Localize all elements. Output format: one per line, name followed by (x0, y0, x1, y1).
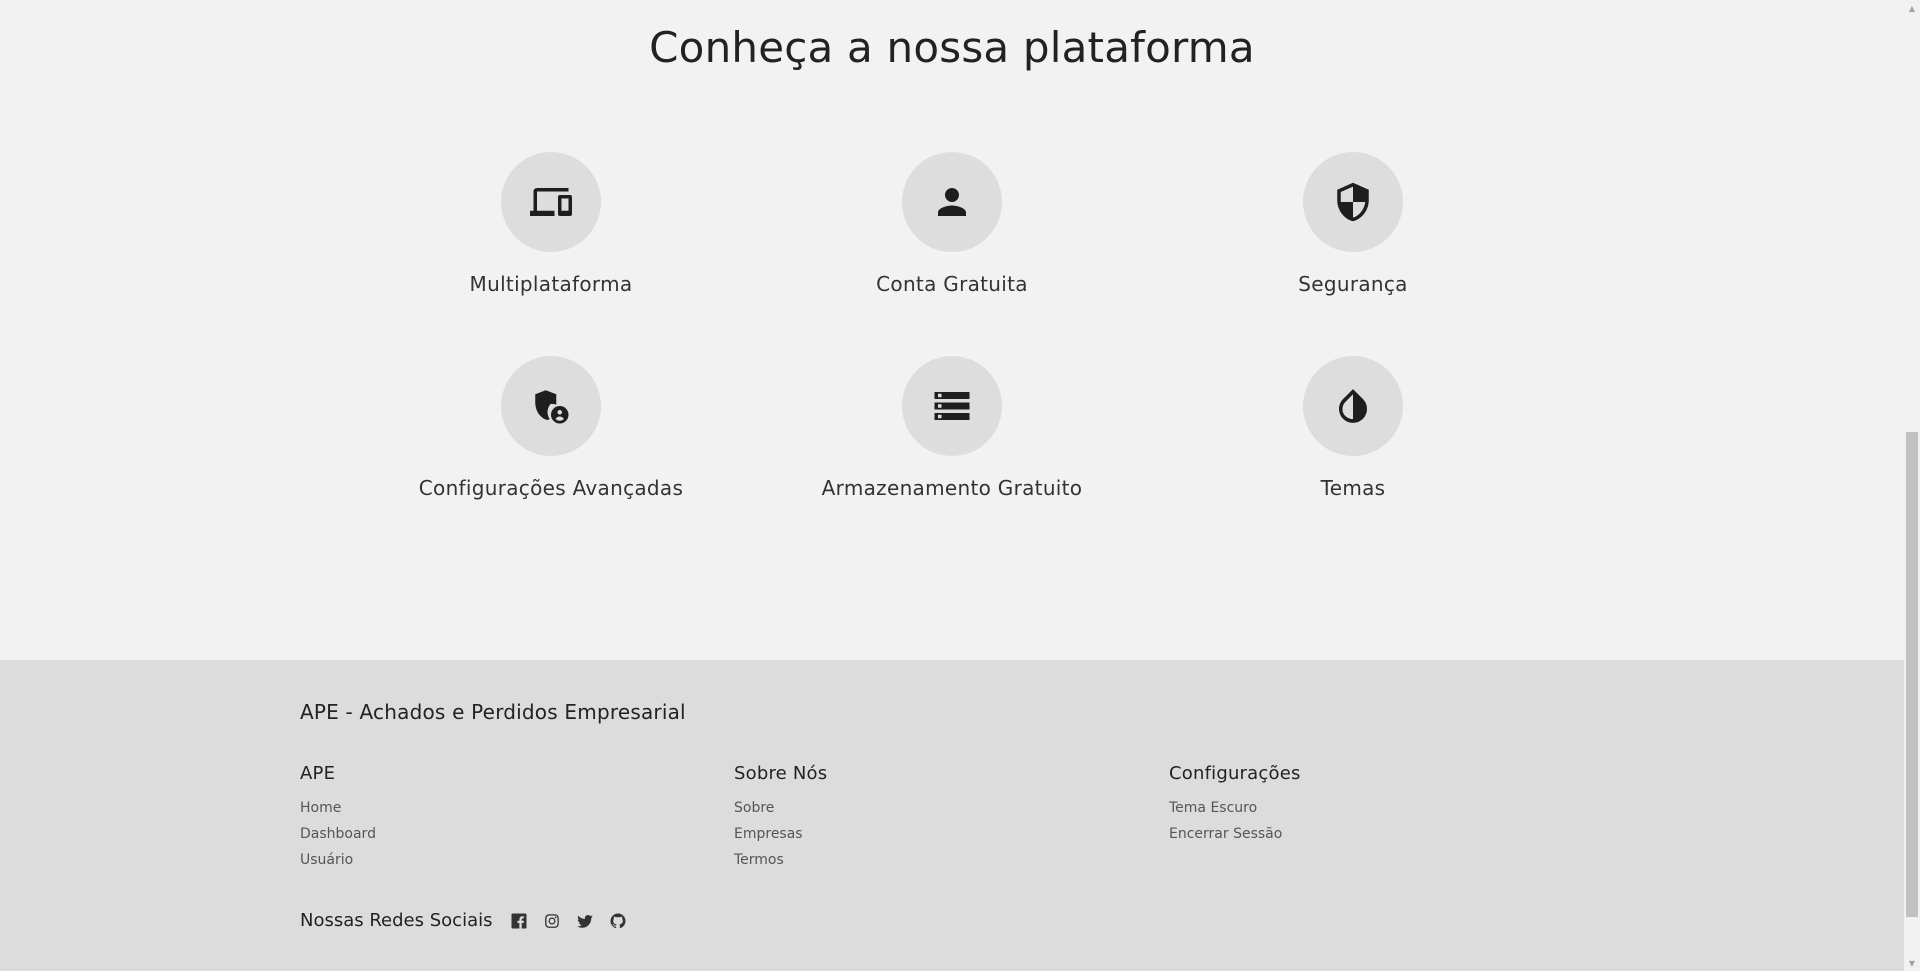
contrast-drop-icon (1339, 389, 1367, 423)
footer-column-title: Configurações (1169, 763, 1301, 784)
person-icon (938, 188, 966, 216)
footer-link-sobre[interactable]: Sobre (734, 795, 1134, 821)
footer-brand: APE - Achados e Perdidos Empresarial (300, 700, 686, 724)
social-links: Nossas Redes Sociais (300, 910, 642, 931)
feature-icon-circle[interactable] (1303, 152, 1403, 252)
footer-link-encerrar-sessao[interactable]: Encerrar Sessão (1169, 821, 1569, 847)
feature-icon-circle[interactable] (501, 356, 601, 456)
feature-label: Armazenamento Gratuito (821, 476, 1083, 500)
footer-column-configuracoes: Configurações Tema Escuro Encerrar Sessã… (1169, 763, 1569, 847)
footer-link-termos[interactable]: Termos (734, 847, 1134, 873)
devices-icon (530, 188, 572, 216)
feature-multiplataforma[interactable]: Multiplataforma (351, 152, 751, 297)
social-label: Nossas Redes Sociais (300, 910, 493, 931)
feature-icon-circle[interactable] (1303, 356, 1403, 456)
footer-column-ape: APE Home Dashboard Usuário (300, 763, 700, 873)
admin-shield-icon (535, 390, 569, 424)
feature-icon-circle[interactable] (902, 356, 1002, 456)
footer-link-usuario[interactable]: Usuário (300, 847, 700, 873)
feature-temas[interactable]: Temas (1153, 356, 1553, 501)
scroll-down-arrow-icon[interactable]: ▼ (1904, 955, 1920, 971)
feature-armazenamento-gratuito[interactable]: Armazenamento Gratuito (752, 356, 1152, 501)
site-footer: APE - Achados e Perdidos Empresarial APE… (0, 660, 1904, 971)
instagram-icon[interactable] (543, 912, 561, 930)
facebook-icon[interactable] (510, 912, 528, 930)
footer-link-home[interactable]: Home (300, 795, 700, 821)
scrollbar-thumb[interactable] (1906, 432, 1918, 917)
feature-configuracoes-avancadas[interactable]: Configurações Avançadas (351, 356, 751, 501)
feature-icon-circle[interactable] (501, 152, 601, 252)
vertical-scrollbar[interactable]: ▲ ▼ (1904, 0, 1920, 971)
feature-label: Temas (1320, 476, 1386, 500)
footer-link-dashboard[interactable]: Dashboard (300, 821, 700, 847)
platform-section: Conheça a nossa plataforma Multiplatafor… (0, 0, 1904, 660)
footer-column-sobre-nos: Sobre Nós Sobre Empresas Termos (734, 763, 1134, 873)
github-icon[interactable] (609, 912, 627, 930)
security-shield-icon (1337, 182, 1369, 222)
feature-label: Conta Gratuita (876, 272, 1028, 296)
feature-label: Multiplataforma (469, 272, 633, 296)
storage-icon (934, 392, 970, 420)
twitter-icon[interactable] (576, 912, 594, 930)
feature-label: Configurações Avançadas (418, 476, 684, 500)
footer-column-title: Sobre Nós (734, 763, 828, 784)
feature-label: Segurança (1298, 272, 1408, 296)
page-title: Conheça a nossa plataforma (649, 23, 1255, 72)
scroll-up-arrow-icon[interactable]: ▲ (1904, 0, 1920, 16)
feature-icon-circle[interactable] (902, 152, 1002, 252)
footer-link-empresas[interactable]: Empresas (734, 821, 1134, 847)
footer-column-title: APE (300, 763, 336, 784)
feature-conta-gratuita[interactable]: Conta Gratuita (752, 152, 1152, 297)
feature-seguranca[interactable]: Segurança (1153, 152, 1553, 297)
footer-link-tema-escuro[interactable]: Tema Escuro (1169, 795, 1569, 821)
